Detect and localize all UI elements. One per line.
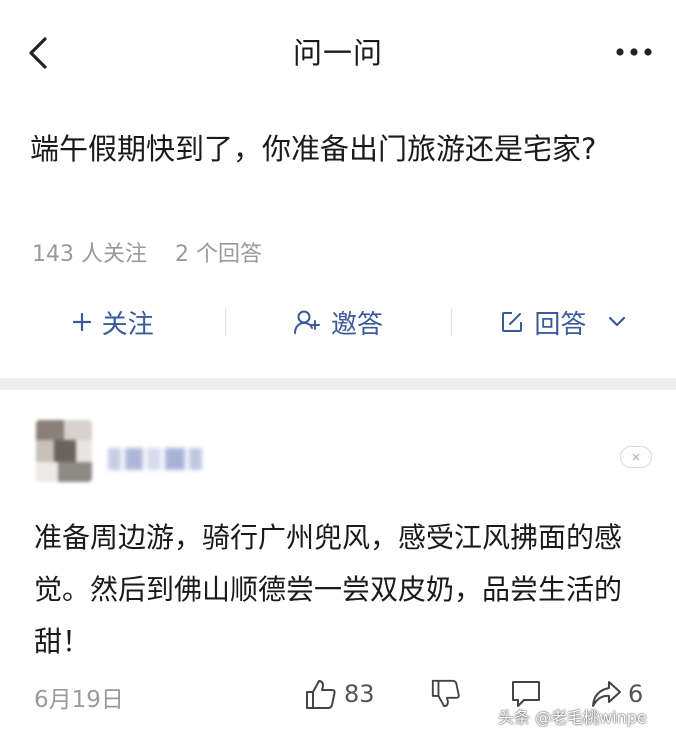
answers-count[interactable]: 2 个回答 xyxy=(175,236,262,268)
more-button[interactable] xyxy=(612,32,656,72)
question-meta: 143 人关注 2 个回答 xyxy=(32,236,262,268)
invite-user-icon xyxy=(293,309,321,335)
followers-count: 143 人关注 xyxy=(32,242,147,267)
thumbs-down-icon xyxy=(431,679,460,708)
question-title: 端午假期快到了，你准备出门旅游还是宅家? xyxy=(30,132,597,166)
follow-button[interactable]: 关注 xyxy=(0,292,225,352)
dislike-button[interactable] xyxy=(430,672,462,716)
invite-label: 邀答 xyxy=(330,309,383,340)
close-icon xyxy=(632,453,640,461)
avatar[interactable] xyxy=(36,420,92,482)
chevron-down-icon[interactable] xyxy=(608,316,626,328)
answer-date: 6月19日 xyxy=(34,687,124,713)
top-bar: 问一问 xyxy=(0,0,676,104)
section-divider xyxy=(0,378,676,390)
like-button[interactable]: 83 xyxy=(304,672,375,716)
follow-label: 关注 xyxy=(101,309,154,340)
answer-label: 回答 xyxy=(534,309,587,340)
more-horizontal-icon xyxy=(616,48,652,56)
invite-answer-button[interactable]: 邀答 xyxy=(225,292,450,352)
question-action-bar: 关注 邀答 回答 xyxy=(0,292,676,352)
dismiss-button[interactable] xyxy=(620,446,652,468)
answer-text[interactable]: 准备周边游，骑行广州兜风，感受江风拂面的感觉。然后到佛山顺德尝一尝双皮奶，品尝生… xyxy=(34,512,654,668)
thumbs-up-icon xyxy=(306,680,336,709)
watermark: 头条 @老毛桃winpe xyxy=(498,708,647,727)
username-blurred[interactable] xyxy=(108,448,203,470)
answer-button[interactable]: 回答 xyxy=(450,292,676,352)
like-count: 83 xyxy=(344,680,375,708)
plus-icon xyxy=(72,312,92,332)
edit-icon xyxy=(500,310,524,334)
page-title: 问一问 xyxy=(292,36,383,70)
